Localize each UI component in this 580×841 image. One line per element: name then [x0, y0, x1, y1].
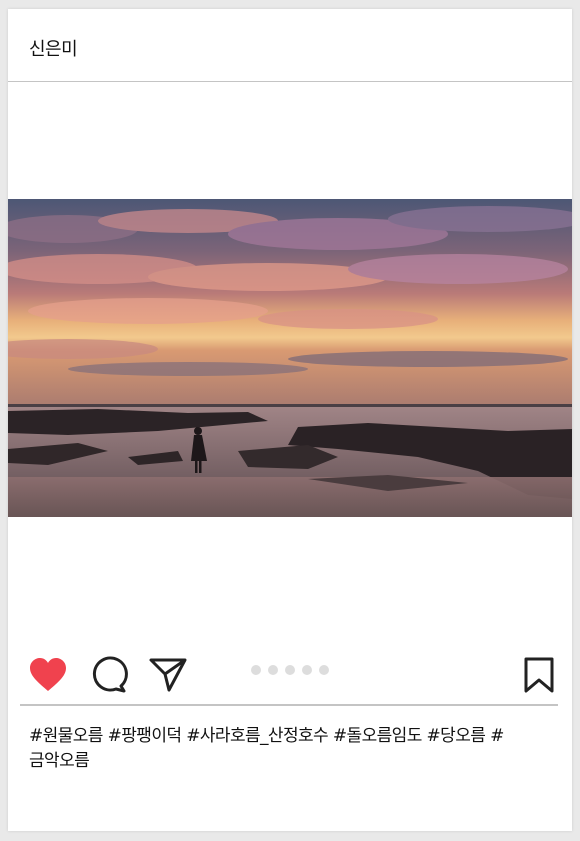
carousel-dot[interactable]	[285, 665, 295, 675]
action-bar	[8, 653, 572, 697]
comment-icon[interactable]	[90, 656, 128, 694]
send-icon[interactable]	[148, 657, 188, 693]
carousel-dot[interactable]	[268, 665, 278, 675]
carousel-dot[interactable]	[302, 665, 312, 675]
heart-icon[interactable]	[28, 657, 68, 693]
username[interactable]: 신은미	[29, 35, 78, 61]
carousel-dot[interactable]	[319, 665, 329, 675]
post-header: 신은미	[8, 9, 572, 82]
bookmark-icon[interactable]	[523, 657, 555, 693]
post-photo[interactable]	[8, 199, 572, 517]
post-caption: #원물오름 #팡팽이덕 #사라호름_산정호수 #돌오름임도 #당오름 #금악오름	[29, 726, 504, 771]
divider	[20, 704, 558, 706]
post-card: 신은미 #원물오름 #팡팽이덕 #사라호름_산정호수 #돌오름임도 #당오름 #…	[8, 9, 572, 831]
sunset-beach-photo	[8, 199, 572, 517]
carousel-dot[interactable]	[251, 665, 261, 675]
